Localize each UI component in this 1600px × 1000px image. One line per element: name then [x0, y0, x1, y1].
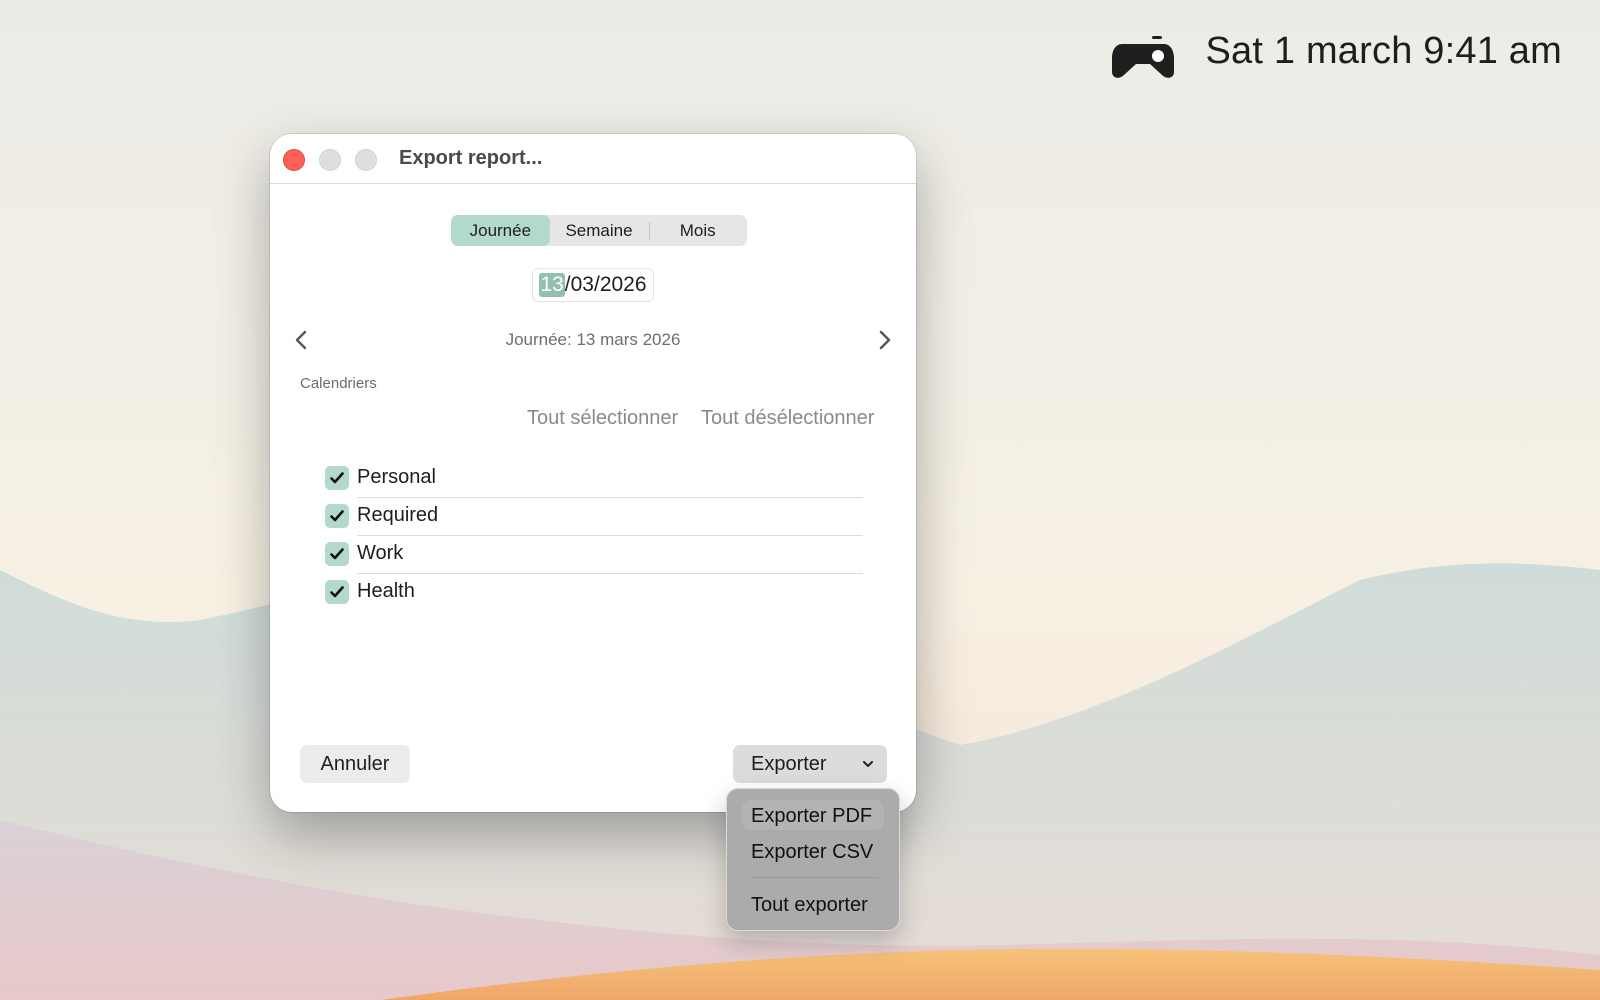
cancel-button[interactable]: Annuler [300, 745, 410, 783]
calendar-label: Personal [357, 466, 436, 488]
checkbox-health[interactable] [325, 580, 349, 604]
deselect-all-button[interactable]: Tout désélectionner [701, 407, 874, 430]
date-rest-segment[interactable]: /03/2026 [565, 273, 647, 297]
tab-semaine[interactable]: Semaine [550, 215, 649, 246]
chevron-down-icon [863, 761, 873, 767]
checkmark-icon [330, 548, 344, 560]
export-button[interactable]: Exporter [733, 745, 887, 783]
checkbox-required[interactable] [325, 504, 349, 528]
select-all-button[interactable]: Tout sélectionner [527, 407, 678, 430]
calendar-label: Health [357, 580, 415, 602]
date-field[interactable]: 13/03/2026 [532, 268, 654, 302]
calendar-item-personal[interactable]: Personal [325, 460, 863, 498]
period-label: Journée: 13 mars 2026 [505, 330, 681, 349]
menu-item-export-csv[interactable]: Exporter CSV [751, 841, 873, 864]
checkmark-icon [330, 510, 344, 522]
checkbox-work[interactable] [325, 542, 349, 566]
menu-item-export-pdf[interactable]: Exporter PDF [751, 805, 872, 828]
calendar-label: Required [357, 504, 439, 526]
close-icon[interactable] [283, 149, 305, 171]
export-dropdown-menu: Exporter PDF Exporter CSV Tout exporter [726, 788, 900, 931]
tab-journee[interactable]: Journée [451, 215, 550, 246]
checkmark-icon [330, 472, 344, 484]
menu-separator [751, 877, 878, 878]
chevron-right-icon[interactable] [874, 328, 894, 352]
segment-divider [649, 222, 650, 240]
calendars-section-label: Calendriers [300, 375, 377, 392]
calendar-label: Work [357, 542, 404, 564]
calendar-item-health[interactable]: Health [325, 574, 863, 612]
calendar-list: Personal Required Work Health [325, 460, 863, 612]
export-report-window: Export report... Journée Semaine Mois 13… [270, 134, 916, 812]
menu-item-export-all[interactable]: Tout exporter [751, 894, 868, 917]
tab-mois[interactable]: Mois [648, 215, 747, 246]
checkmark-icon [330, 586, 344, 598]
menubar-clock: Sat 1 march 9:41 am [1205, 30, 1562, 72]
game-controller-icon[interactable] [1112, 34, 1174, 80]
calendar-item-required[interactable]: Required [325, 498, 863, 536]
window-titlebar: Export report... [270, 134, 916, 184]
export-button-label: Exporter [751, 753, 827, 775]
window-title: Export report... [399, 147, 543, 169]
minimize-icon[interactable] [319, 149, 341, 171]
checkbox-personal[interactable] [325, 466, 349, 490]
calendar-item-work[interactable]: Work [325, 536, 863, 574]
period-segmented-control: Journée Semaine Mois [451, 215, 747, 246]
date-day-segment[interactable]: 13 [539, 273, 565, 297]
zoom-icon[interactable] [355, 149, 377, 171]
